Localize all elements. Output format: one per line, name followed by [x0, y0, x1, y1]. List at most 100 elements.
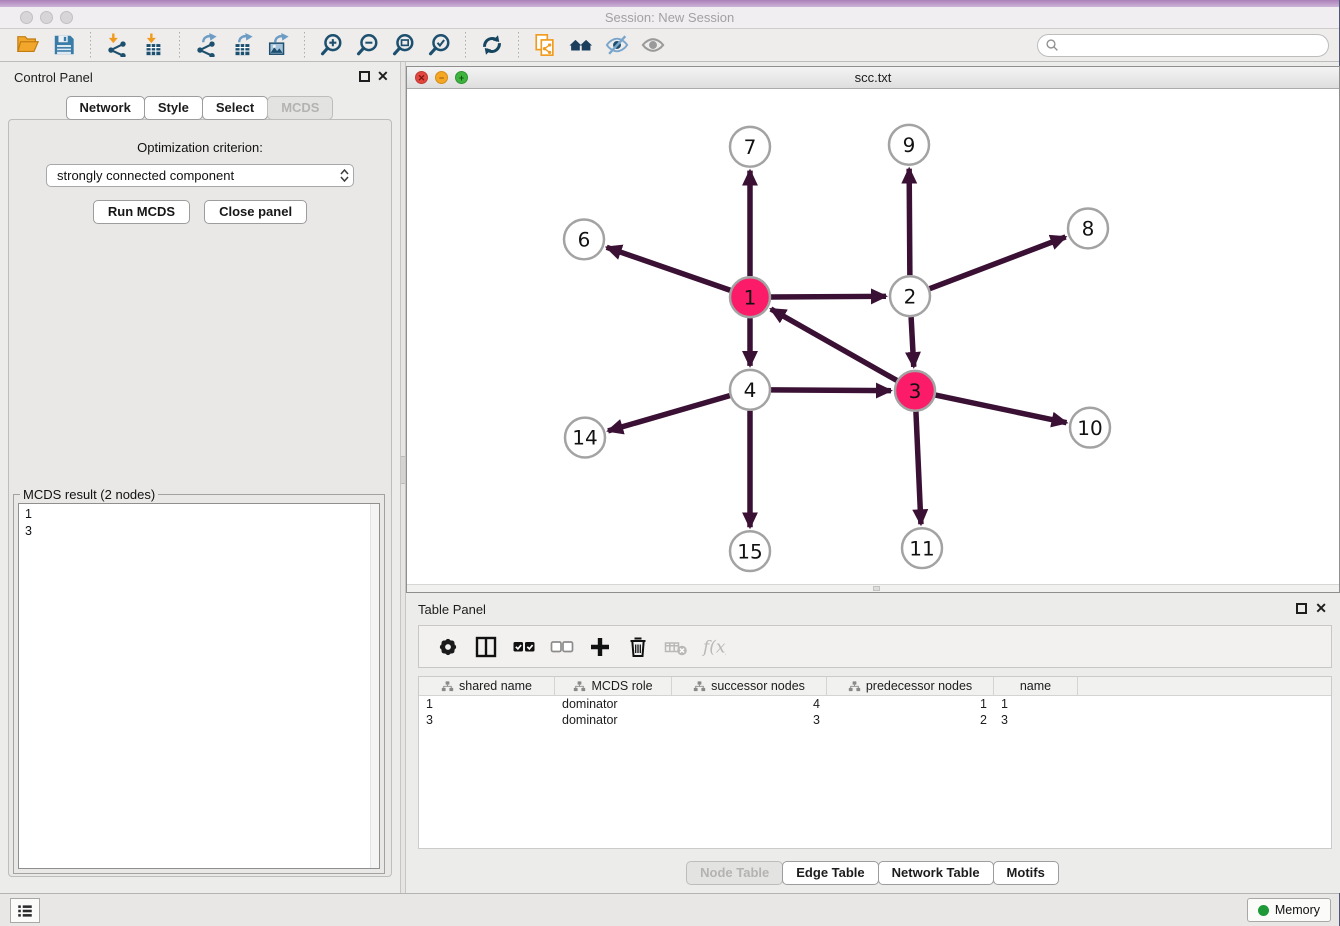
table-tab-edge-table[interactable]: Edge Table — [782, 861, 878, 885]
table-tab-network-table[interactable]: Network Table — [878, 861, 994, 885]
refresh-button[interactable] — [478, 31, 506, 59]
table-tab-node-table[interactable]: Node Table — [686, 861, 783, 885]
table-cell[interactable]: 1 — [994, 696, 1078, 712]
close-panel-icon[interactable]: ✕ — [377, 68, 389, 85]
table-close-icon[interactable]: ✕ — [1315, 600, 1327, 617]
graph-node-2[interactable]: 2 — [890, 276, 930, 316]
result-line: 1 — [25, 506, 373, 523]
result-scrollbar[interactable] — [370, 504, 379, 868]
table-panel: Table Panel ✕ f(x) shared nameMCDS roles… — [406, 593, 1340, 893]
divider-drag-handle[interactable] — [401, 456, 405, 484]
deselect-all-checkboxes-button[interactable] — [549, 634, 575, 660]
table-cell[interactable]: dominator — [555, 712, 672, 728]
graph-edge-2-3[interactable] — [911, 317, 914, 367]
tab-network[interactable]: Network — [66, 96, 145, 120]
task-history-button[interactable] — [10, 898, 40, 923]
show-graphics-details-icon — [641, 33, 665, 57]
graph-node-11[interactable]: 11 — [902, 528, 942, 568]
delete-selected-button[interactable] — [625, 634, 651, 660]
zoom-out-button[interactable] — [353, 31, 381, 59]
graph-edge-1-2[interactable] — [771, 296, 886, 297]
graph-node-1[interactable]: 1 — [730, 277, 770, 317]
graph-edge-2-8[interactable] — [930, 237, 1066, 289]
graph-edge-2-9[interactable] — [909, 169, 910, 276]
function-builder-button: f(x) — [701, 634, 727, 660]
control-panel-tabs: NetworkStyleSelectMCDS — [0, 96, 400, 120]
home-button[interactable] — [567, 31, 595, 59]
hide-graphics-details-button[interactable] — [603, 31, 631, 59]
tab-mcds[interactable]: MCDS — [267, 96, 333, 120]
column-label: shared name — [459, 679, 532, 693]
table-cell[interactable]: 3 — [419, 712, 555, 728]
graph-node-7[interactable]: 7 — [730, 127, 770, 167]
graph-node-14[interactable]: 14 — [565, 418, 605, 458]
memory-button[interactable]: Memory — [1247, 898, 1331, 922]
table-cell[interactable]: dominator — [555, 696, 672, 712]
clone-network-button[interactable] — [531, 31, 559, 59]
network-graph-svg: 7 9 6 8 1 2 4 3 14 10 15 11 — [407, 89, 1339, 584]
network-bottom-scrollstrip[interactable] — [407, 584, 1339, 592]
node-label: 7 — [744, 135, 757, 159]
zoom-fit-button[interactable] — [389, 31, 417, 59]
panel-layout-button[interactable] — [473, 634, 499, 660]
toolbar-separator — [518, 32, 519, 58]
node-label: 8 — [1082, 217, 1095, 241]
mcds-result-textarea[interactable]: 13 — [18, 503, 380, 869]
graph-node-10[interactable]: 10 — [1070, 408, 1110, 448]
column-header-shared-name[interactable]: shared name — [419, 677, 555, 695]
select-all-checkboxes-icon — [512, 635, 536, 659]
graph-edge-4-14[interactable] — [608, 396, 730, 431]
function-builder-icon: f(x) — [702, 635, 726, 659]
export-table-button[interactable] — [228, 31, 256, 59]
toolbar-buttons-container — [10, 31, 671, 59]
open-file-button[interactable] — [14, 31, 42, 59]
zoom-selected-icon — [427, 33, 451, 57]
export-network-button[interactable] — [192, 31, 220, 59]
graph-node-3[interactable]: 3 — [895, 371, 935, 411]
graph-node-6[interactable]: 6 — [564, 219, 604, 259]
export-image-button[interactable] — [264, 31, 292, 59]
table-tab-motifs[interactable]: Motifs — [993, 861, 1059, 885]
table-cell[interactable]: 1 — [827, 696, 994, 712]
table-cell[interactable]: 3 — [994, 712, 1078, 728]
graph-edge-3-11[interactable] — [916, 412, 921, 525]
node-label: 4 — [744, 378, 757, 402]
zoom-selected-button[interactable] — [425, 31, 453, 59]
save-session-button[interactable] — [50, 31, 78, 59]
table-cell[interactable]: 2 — [827, 712, 994, 728]
graph-node-8[interactable]: 8 — [1068, 209, 1108, 249]
column-header-MCDS-role[interactable]: MCDS role — [555, 677, 672, 695]
tab-select[interactable]: Select — [202, 96, 268, 120]
graph-edge-1-6[interactable] — [607, 247, 731, 290]
column-header-predecessor-nodes[interactable]: predecessor nodes — [827, 677, 994, 695]
graph-node-4[interactable]: 4 — [730, 370, 770, 410]
create-column-button[interactable] — [587, 634, 613, 660]
column-header-successor-nodes[interactable]: successor nodes — [672, 677, 827, 695]
table-float-icon[interactable] — [1296, 603, 1307, 614]
tab-style[interactable]: Style — [144, 96, 203, 120]
column-header-name[interactable]: name — [994, 677, 1078, 695]
graph-edge-3-10[interactable] — [936, 395, 1067, 423]
search-input[interactable] — [1037, 34, 1329, 57]
close-panel-button[interactable]: Close panel — [204, 200, 307, 224]
graph-edge-4-3[interactable] — [771, 390, 891, 391]
table-cell[interactable]: 4 — [672, 696, 827, 712]
network-scroll-handle[interactable] — [873, 586, 880, 591]
network-canvas[interactable]: 7 9 6 8 1 2 4 3 14 10 15 11 — [407, 89, 1339, 584]
table-cell[interactable]: 3 — [672, 712, 827, 728]
select-all-checkboxes-button[interactable] — [511, 634, 537, 660]
table-cell[interactable]: 1 — [419, 696, 555, 712]
show-graphics-details-button[interactable] — [639, 31, 667, 59]
float-panel-icon[interactable] — [359, 71, 370, 82]
optimization-criterion-dropdown[interactable]: strongly connected component — [46, 164, 354, 187]
import-table-button[interactable] — [139, 31, 167, 59]
graph-edge-3-1[interactable] — [771, 309, 897, 380]
column-settings-gear-button[interactable] — [435, 634, 461, 660]
table-row: 1dominator411 — [419, 696, 1331, 712]
network-window-titlebar[interactable]: ✕ − + scc.txt — [407, 67, 1339, 89]
import-network-button[interactable] — [103, 31, 131, 59]
run-mcds-button[interactable]: Run MCDS — [93, 200, 190, 224]
graph-node-9[interactable]: 9 — [889, 125, 929, 165]
graph-node-15[interactable]: 15 — [730, 531, 770, 571]
zoom-in-button[interactable] — [317, 31, 345, 59]
